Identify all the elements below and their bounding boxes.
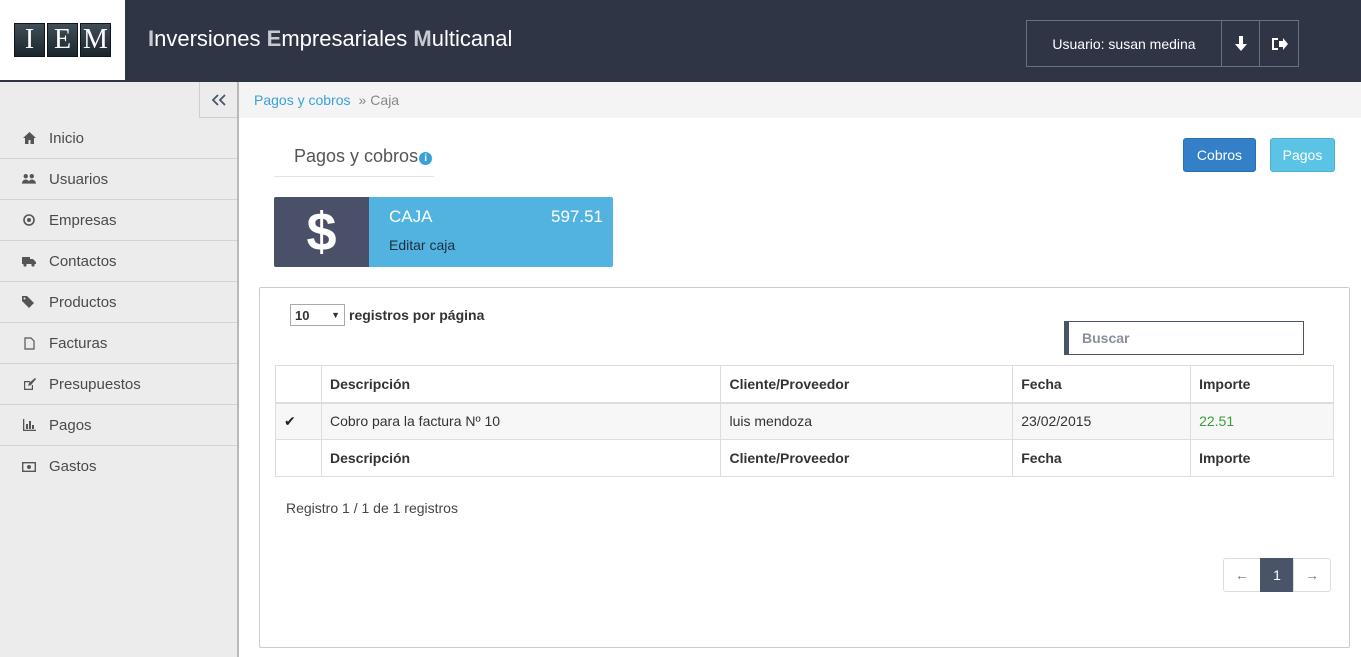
sidebar-item-gastos[interactable]: Gastos (0, 446, 237, 487)
title-word: nversiones (154, 26, 267, 51)
table-footer-row: Descripción Cliente/Proveedor Fecha Impo… (275, 439, 1334, 477)
money-icon (22, 460, 36, 474)
pagination: ← 1 → (1223, 558, 1331, 592)
breadcrumb-current: Caja (370, 92, 400, 108)
column-header[interactable] (275, 365, 322, 404)
page-length-label: registros por página (349, 307, 485, 323)
sidebar-item-productos[interactable]: Productos (0, 282, 237, 323)
search-input[interactable]: Buscar (1064, 321, 1304, 355)
pagos-button[interactable]: Pagos (1270, 138, 1335, 172)
payments-table: Descripción Cliente/Proveedor Fecha Impo… (275, 365, 1334, 477)
caja-title: CAJA (389, 207, 433, 226)
table-panel: 10 ▼ registros por página Buscar Descrip… (259, 287, 1350, 648)
column-footer: Importe (1190, 439, 1334, 477)
pagination-page-1[interactable]: 1 (1260, 558, 1294, 592)
caja-widget: $ CAJA 597.51 Editar caja (274, 197, 613, 267)
logo-letter: M (80, 23, 111, 57)
tags-icon (22, 295, 36, 309)
arrow-down-icon (1234, 35, 1247, 51)
caja-amount: 597.51 (551, 207, 603, 226)
sidebar-item-empresas[interactable]: Empresas (0, 200, 237, 241)
pagination-next-button[interactable]: → (1293, 558, 1331, 592)
user-label[interactable]: Usuario: susan medina (1027, 21, 1222, 66)
title-initial: M (413, 26, 432, 51)
sidebar-item-label: Contactos (49, 252, 117, 270)
sidebar-item-facturas[interactable]: Facturas (0, 323, 237, 364)
cobros-button[interactable]: Cobros (1183, 138, 1256, 172)
title-initial: E (266, 26, 282, 51)
sidebar-item-label: Inicio (49, 129, 85, 147)
sidebar-item-pagos[interactable]: Pagos (0, 405, 237, 446)
table-header-row: Descripción Cliente/Proveedor Fecha Impo… (275, 365, 1334, 404)
cell-importe: 22.51 (1190, 402, 1334, 440)
page-title: Pagos y cobros i (274, 146, 434, 177)
sidebar-item-label: Pagos (49, 416, 92, 434)
sidebar-item-label: Empresas (49, 211, 117, 229)
column-header[interactable]: Descripción (320, 365, 722, 404)
edit-caja-link[interactable]: Editar caja (389, 237, 455, 253)
info-icon[interactable]: i (419, 152, 433, 165)
breadcrumb-link[interactable]: Pagos y cobros (254, 92, 351, 108)
cell-descripcion: Cobro para la factura Nº 10 (320, 402, 722, 440)
sidebar-item-label: Gastos (49, 458, 97, 475)
title-word: mpresariales (281, 26, 414, 51)
caja-body: CAJA 597.51 Editar caja (369, 197, 613, 267)
breadcrumb-separator: » (358, 92, 367, 108)
sidebar-item-presupuestos[interactable]: Presupuestos (0, 364, 237, 405)
title-word: ulticanal (431, 26, 513, 51)
sidebar-item-usuarios[interactable]: Usuarios (0, 159, 237, 200)
logo-letter: E (47, 23, 78, 57)
column-header[interactable]: Fecha (1012, 365, 1192, 404)
column-footer: Cliente/Proveedor (720, 439, 1014, 477)
column-footer: Descripción (320, 439, 722, 477)
dot-circle-icon (22, 213, 36, 227)
sidebar: Inicio Usuarios Empresas Contactos Produ… (0, 82, 239, 657)
pagination-prev-button[interactable]: ← (1223, 558, 1261, 592)
caret-down-icon: ▼ (331, 310, 340, 320)
sidebar-item-label: Presupuestos (49, 375, 141, 393)
app-title: Inversiones Empresariales Multicanal (148, 26, 512, 52)
truck-icon (22, 254, 36, 268)
sidebar-item-contactos[interactable]: Contactos (0, 241, 237, 282)
logo-letter: I (14, 23, 45, 57)
company-logo[interactable]: I E M (0, 0, 125, 80)
top-header: I E M Inversiones Empresariales Multican… (0, 0, 1361, 82)
cell-cliente: luis mendoza (720, 402, 1014, 440)
sidebar-nav: Inicio Usuarios Empresas Contactos Produ… (0, 118, 237, 487)
cell-fecha: 23/02/2015 (1012, 402, 1192, 440)
sidebar-item-label: Productos (49, 293, 117, 311)
column-footer (275, 439, 322, 477)
file-icon (22, 336, 36, 350)
column-header[interactable]: Cliente/Proveedor (720, 365, 1014, 404)
user-menu: Usuario: susan medina (1026, 20, 1299, 67)
page-length-value: 10 (295, 307, 310, 323)
page-length-select[interactable]: 10 ▼ (290, 304, 345, 326)
home-icon (22, 131, 36, 145)
logout-button[interactable] (1260, 21, 1298, 66)
table-row[interactable]: ✔ Cobro para la factura Nº 10 luis mendo… (275, 402, 1334, 440)
sidebar-item-inicio[interactable]: Inicio (0, 118, 237, 159)
sidebar-item-label: Facturas (49, 334, 108, 352)
check-icon: ✔ (275, 402, 322, 440)
sign-out-icon (1272, 37, 1288, 50)
dollar-icon: $ (274, 197, 369, 267)
page-title-text: Pagos y cobros (294, 146, 419, 166)
edit-icon (22, 377, 36, 391)
users-icon (22, 172, 36, 186)
bar-chart-icon (22, 418, 36, 432)
double-chevron-left-icon (211, 93, 226, 106)
column-footer: Fecha (1012, 439, 1192, 477)
collapse-sidebar-button[interactable] (199, 82, 237, 118)
search-placeholder: Buscar (1082, 330, 1130, 346)
breadcrumb: Pagos y cobros » Caja (239, 82, 1361, 118)
download-button[interactable] (1222, 21, 1260, 66)
sidebar-item-label: Usuarios (49, 170, 109, 188)
table-info: Registro 1 / 1 de 1 registros (286, 500, 458, 516)
column-header[interactable]: Importe (1190, 365, 1334, 404)
page-length-control: 10 ▼ registros por página (290, 304, 484, 326)
